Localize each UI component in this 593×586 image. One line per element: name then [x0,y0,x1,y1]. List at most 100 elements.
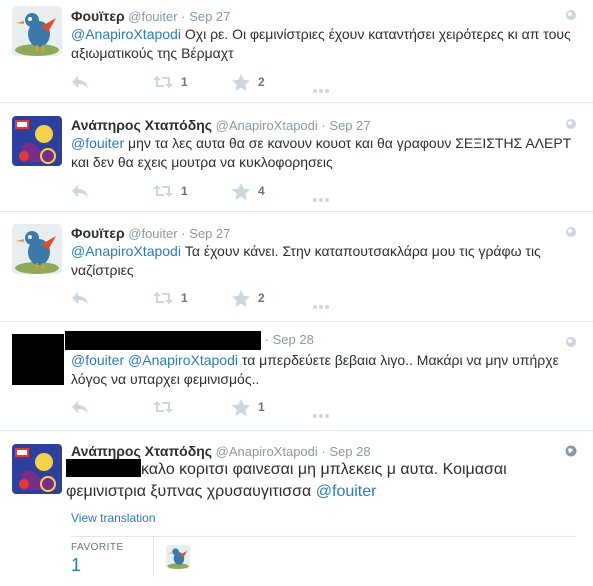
bird-avatar-icon [12,6,62,56]
reply-icon [72,401,88,414]
tweet[interactable]: · Sep 28 @fouiter @AnapiroXtapodi τα μπε… [0,322,593,431]
mention-link[interactable]: @fouiter [71,352,124,368]
reply-icon [72,185,88,198]
separator-dot: · [264,331,269,347]
timestamp[interactable]: Sep 27 [189,226,230,241]
tweet-actions: 1 2 [71,73,371,93]
retweet-icon [153,292,173,304]
timestamp[interactable]: Sep 28 [273,332,314,347]
favorite-button[interactable]: 4 [232,182,265,200]
tweet[interactable]: Φουϊτερ @fouiter · Sep 27 @AnapiroXtapod… [0,0,593,103]
mention-link[interactable]: @fouiter [71,135,124,151]
timestamp[interactable]: Sep 28 [329,444,370,459]
display-name[interactable]: Ανάπηρος Χταπόδης [71,117,212,133]
tweet-text: @AnapiroXtapodi Τα έχουν κάνει. Στην κατ… [71,242,576,280]
tweet-header: Ανάπηρος Χταπόδης @AnapiroXtapodi · Sep … [71,443,371,459]
divider [71,536,576,537]
display-name[interactable]: Φουϊτερ [71,8,125,24]
favorite-stat-count[interactable]: 1 [71,555,81,576]
separator-dot: · [181,9,186,24]
tweet-actions: 1 4 [71,182,371,202]
tweet[interactable]: Ανάπηρος Χταπόδης @AnapiroXtapodi · Sep … [0,103,593,212]
favorite-count: 2 [258,291,265,305]
display-name[interactable]: Ανάπηρος Χταπόδης [71,443,212,459]
tweet-actions: 1 [71,398,371,418]
globe-icon [566,10,576,20]
globe-icon [566,337,576,347]
favorite-count: 4 [258,184,265,198]
handle[interactable]: @fouiter [128,226,177,241]
display-name[interactable]: Φουϊτερ [71,225,125,241]
favorite-label: FAVORITE [71,542,124,553]
redacted-name [65,331,261,350]
avatar[interactable] [12,116,62,166]
retweet-count: 1 [181,184,188,198]
timestamp[interactable]: Sep 27 [329,118,370,133]
favorite-button[interactable]: 2 [232,73,265,91]
redacted-text [66,459,141,477]
tweet-text: @AnapiroXtapodi Οχι ρε. Οι φεμινίστριες … [71,25,576,63]
mention-link[interactable]: @fouiter [316,483,377,500]
view-translation-link[interactable]: View translation [71,511,156,525]
tweet-header: Φουϊτερ @fouiter · Sep 27 [71,8,230,24]
globe-icon [565,445,577,457]
octopus-avatar-icon [12,116,62,166]
reply-button[interactable] [71,182,89,200]
favorite-button[interactable]: 1 [232,398,265,416]
retweet-icon [153,401,173,413]
retweet-button[interactable]: 1 [153,182,188,200]
handle[interactable]: @AnapiroXtapodi [216,444,318,459]
separator-dot: · [321,118,326,133]
tweet-header: Ανάπηρος Χταπόδης @AnapiroXtapodi · Sep … [71,117,371,133]
star-icon [232,398,250,416]
separator-dot: · [181,226,186,241]
more-options-icon[interactable] [313,296,331,314]
timestamp[interactable]: Sep 27 [189,9,230,24]
avatar[interactable] [12,224,62,274]
mention-link[interactable]: @AnapiroXtapodi [71,243,181,259]
tweet[interactable]: Φουϊτερ @fouiter · Sep 27 @AnapiroXtapod… [0,212,593,322]
reply-button[interactable] [71,398,89,416]
reply-button[interactable] [71,289,89,307]
more-options-icon[interactable] [313,405,331,423]
expanded-tweet[interactable]: Ανάπηρος Χταπόδης @AnapiroXtapodi · Sep … [0,431,593,586]
tweet-header: Φουϊτερ @fouiter · Sep 27 [71,225,230,241]
octopus-avatar-icon [12,444,62,494]
retweet-icon [153,185,173,197]
retweet-count: 1 [181,75,188,89]
star-icon [232,289,250,307]
handle[interactable]: @fouiter [128,9,177,24]
more-options-icon[interactable] [313,189,331,207]
star-icon [232,73,250,91]
mention-link[interactable]: @AnapiroXtapodi [128,352,238,368]
bird-avatar-icon [166,545,190,569]
bird-avatar-icon [12,224,62,274]
tweet-text: @fouiter μην τα λες αυτα θα σε κανουν κο… [71,134,576,172]
favorite-button[interactable]: 2 [232,289,265,307]
more-options-icon[interactable] [313,80,331,98]
redacted-avatar[interactable] [12,334,64,385]
mention-link[interactable]: @AnapiroXtapodi [71,26,181,42]
tweet-body: μην τα λες αυτα θα σε κανουν κουοτ και θ… [71,135,571,170]
handle[interactable]: @AnapiroXtapodi [216,118,318,133]
tweet-text: @fouiter @AnapiroXtapodi τα μπερδεύετε β… [71,351,576,389]
reply-icon [72,76,88,89]
star-icon [232,182,250,200]
reply-button[interactable] [71,73,89,91]
retweet-button[interactable]: 1 [153,289,188,307]
tweet-text: καλο κοριτσι φαινεσαι μη μπλεκεις μ αυτα… [66,459,576,503]
tweet-header: · Sep 28 [65,331,314,350]
reply-icon [72,292,88,305]
separator-dot: · [321,444,326,459]
favorite-count: 1 [258,400,265,414]
avatar[interactable] [12,444,62,494]
avatar[interactable] [12,6,62,56]
globe-icon [566,227,576,237]
retweet-button[interactable] [153,398,181,416]
globe-icon [566,119,576,129]
favorite-count: 2 [258,75,265,89]
divider [153,537,154,577]
favoriter-avatar[interactable] [166,545,190,569]
retweet-button[interactable]: 1 [153,73,188,91]
tweet-actions: 1 2 [71,289,371,309]
